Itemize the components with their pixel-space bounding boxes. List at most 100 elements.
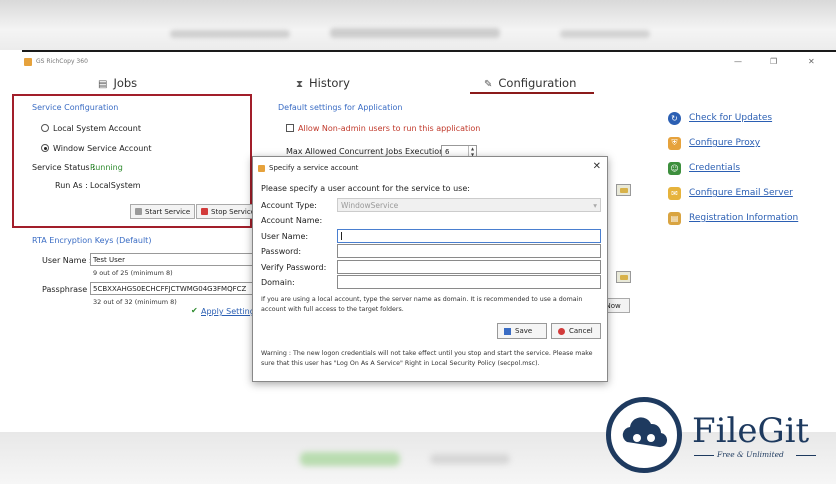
- rta-username-label: User Name :: [42, 256, 92, 265]
- cancel-icon: [558, 327, 565, 335]
- domain-input[interactable]: [337, 275, 601, 289]
- account-type-select[interactable]: WindowService ▾: [337, 198, 601, 212]
- window-service-label: Window Service Account: [53, 144, 152, 153]
- maximize-button[interactable]: ❐: [770, 57, 777, 66]
- update-icon: ↻: [668, 111, 681, 125]
- title-bar: GS RichCopy 360 — ❐ ✕: [22, 54, 836, 70]
- verify-password-label: Verify Password:: [261, 263, 327, 272]
- configure-email-link[interactable]: ✉ Configure Email Server: [668, 186, 793, 200]
- user-name-label: User Name:: [261, 232, 309, 241]
- chevron-down-icon: ▾: [593, 201, 597, 210]
- start-service-label: Start Service: [145, 207, 191, 216]
- user-name-input[interactable]: [337, 229, 601, 243]
- window-service-radio[interactable]: [41, 144, 49, 152]
- save-label: Save: [515, 327, 533, 335]
- service-account-dialog: Specify a service account ✕ Please speci…: [252, 156, 608, 382]
- users-icon: ☺: [668, 161, 681, 175]
- cancel-label: Cancel: [569, 327, 593, 335]
- dialog-close-icon[interactable]: ✕: [593, 161, 601, 172]
- link-label: Configure Proxy: [689, 138, 761, 148]
- default-settings-title: Default settings for Application: [278, 103, 403, 112]
- tab-jobs[interactable]: ▤ Jobs: [98, 76, 137, 96]
- max-jobs-label: Max Allowed Concurrent Jobs Execution :: [286, 147, 450, 156]
- link-label: Registration Information: [689, 213, 799, 223]
- browse-folder-button[interactable]: [616, 184, 631, 196]
- non-admin-label: Allow Non-admin users to run this applic…: [298, 124, 481, 133]
- verify-password-input[interactable]: [337, 260, 601, 274]
- tab-bar: ▤ Jobs ⧗ History ✎ Configuration: [22, 72, 836, 96]
- wrench-icon: ✎: [484, 79, 493, 90]
- cancel-button[interactable]: Cancel: [551, 323, 601, 339]
- check-for-updates-link[interactable]: ↻ Check for Updates: [668, 111, 772, 125]
- dialog-title: Specify a service account: [269, 164, 359, 172]
- dialog-info-line2: account with full access to the target f…: [261, 306, 404, 313]
- account-type-label: Account Type:: [261, 201, 317, 210]
- check-icon: ✔: [191, 306, 198, 315]
- close-button[interactable]: ✕: [808, 57, 815, 66]
- domain-label: Domain:: [261, 278, 295, 287]
- logo-divider: [796, 455, 816, 456]
- browse-folder-button-2[interactable]: [616, 271, 631, 283]
- blurred-element: [330, 28, 500, 38]
- local-system-label: Local System Account: [53, 124, 141, 133]
- tab-label: History: [309, 76, 350, 90]
- run-as-value: LocalSystem: [90, 181, 141, 190]
- minimize-button[interactable]: —: [734, 57, 742, 66]
- start-service-button[interactable]: Start Service: [130, 204, 196, 219]
- rta-title: RTA Encryption Keys (Default): [32, 236, 152, 245]
- blurred-element: [300, 452, 400, 466]
- service-config-title: Service Configuration: [32, 103, 119, 112]
- tab-label: Jobs: [113, 76, 138, 90]
- blurred-element: [170, 30, 290, 38]
- account-type-value: WindowService: [341, 201, 399, 210]
- non-admin-checkbox[interactable]: [286, 124, 294, 132]
- dialog-warning-line1: Warning : The new logon credentials will…: [261, 350, 593, 357]
- apply-setting-link[interactable]: Apply Setting: [201, 307, 255, 316]
- account-name-label: Account Name:: [261, 216, 323, 225]
- hourglass-icon: ⧗: [296, 79, 304, 90]
- run-as-label: Run As :: [55, 181, 88, 190]
- rta-passphrase-label: Passphrase :: [42, 285, 93, 294]
- filegit-logo-icon: [606, 397, 682, 473]
- logo-name: FileGit: [692, 411, 810, 451]
- save-button[interactable]: Save: [497, 323, 547, 339]
- cloud-icon: [622, 417, 668, 448]
- password-label: Password:: [261, 247, 302, 256]
- configure-proxy-link[interactable]: ⛨ Configure Proxy: [668, 136, 760, 150]
- active-tab-indicator: [470, 92, 594, 94]
- logo-divider: [694, 455, 714, 456]
- link-label: Check for Updates: [689, 113, 773, 123]
- dialog-app-icon: [258, 165, 265, 172]
- local-system-radio[interactable]: [41, 124, 49, 132]
- registration-info-link[interactable]: ▤ Registration Information: [668, 211, 798, 225]
- dialog-info-line1: If you are using a local account, type t…: [261, 296, 583, 303]
- tab-label: Configuration: [498, 76, 577, 90]
- app-icon: [24, 58, 32, 66]
- stop-service-label: Stop Service: [211, 207, 256, 216]
- stop-service-button[interactable]: Stop Service: [196, 204, 261, 219]
- logo-tagline: Free & Unlimited: [717, 450, 784, 459]
- service-status-value: Running: [90, 163, 123, 172]
- link-label: Configure Email Server: [689, 188, 793, 198]
- credentials-link[interactable]: ☺ Credentials: [668, 161, 740, 175]
- rta-passphrase-hint: 32 out of 32 (minimum 8): [93, 298, 177, 306]
- start-icon: [135, 208, 142, 215]
- window-title: GS RichCopy 360: [36, 58, 88, 65]
- stop-icon: [201, 208, 208, 215]
- rta-passphrase-input[interactable]: 5CBXXAHGS0ECHCFFJCTWMG04G3FMQFCZ: [90, 282, 258, 295]
- dialog-prompt: Please specify a user account for the se…: [261, 184, 470, 193]
- shield-icon: ⛨: [668, 136, 681, 150]
- max-jobs-value: 6: [445, 148, 450, 156]
- text-caret: [341, 232, 342, 240]
- blurred-element: [430, 454, 510, 464]
- envelope-icon: ✉: [668, 186, 681, 200]
- service-status-label: Service Status :: [32, 163, 95, 172]
- rta-username-input[interactable]: Test User: [90, 253, 258, 266]
- dialog-warning-line2: sure that this user has "Log On As A Ser…: [261, 360, 540, 367]
- blurred-top-band: [0, 0, 836, 50]
- password-input[interactable]: [337, 244, 601, 258]
- registration-icon: ▤: [668, 211, 681, 225]
- tab-history[interactable]: ⧗ History: [296, 76, 350, 96]
- link-label: Credentials: [689, 163, 741, 173]
- rta-username-hint: 9 out of 25 (minimum 8): [93, 269, 173, 277]
